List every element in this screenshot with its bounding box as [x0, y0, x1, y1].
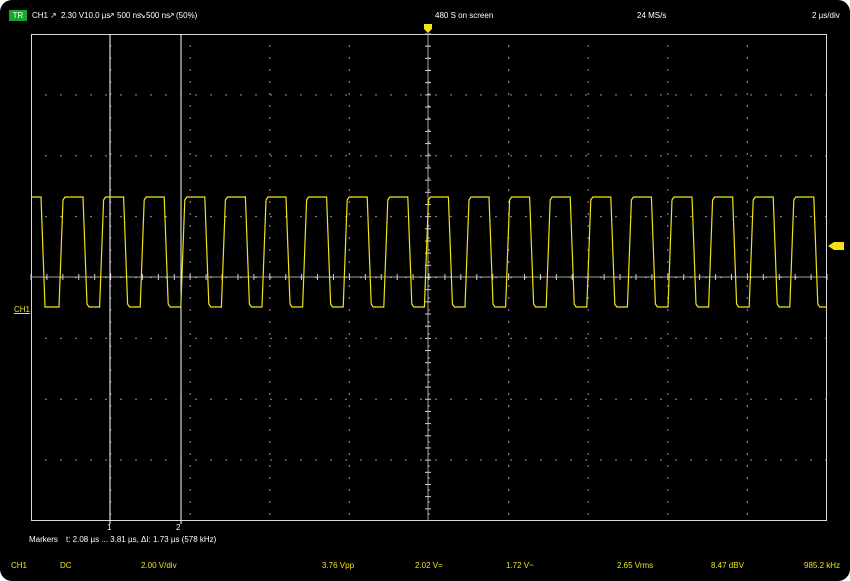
footer-volts-per-div[interactable]: 2.00 V/div: [141, 561, 177, 571]
footer-dbv: 8.47 dBV: [711, 561, 744, 570]
trigger-time-marker-icon: [424, 24, 432, 33]
marker-2-label[interactable]: 2: [176, 523, 180, 533]
marker-1-label[interactable]: 1: [107, 523, 111, 533]
ch1-zero-marker[interactable]: CH1: [14, 305, 30, 315]
markers-readout: t: 2.08 µs ... 3.81 µs, ΔI: 1.73 µs (578…: [66, 535, 217, 544]
footer-vrms: 2.65 Vrms: [617, 561, 654, 570]
waveform-plot[interactable]: [0, 0, 850, 581]
trigger-level-marker-icon: [828, 242, 844, 250]
footer-frequency: 985.2 kHz: [804, 561, 841, 570]
footer-channel[interactable]: CH1: [11, 561, 27, 571]
oscilloscope-screen: TR CH1 ↗ 2.30 V 10.0 µs ↗ 500 ns ↘ 500 n…: [0, 0, 850, 581]
footer-v-ac: 1.72 V~: [506, 561, 534, 570]
markers-label: Markers: [29, 535, 58, 544]
graticule-dots: [30, 33, 828, 515]
footer-v-mean: 2.02 V=: [415, 561, 443, 570]
footer-coupling[interactable]: DC: [60, 561, 72, 571]
footer-vpp: 3.76 Vpp: [322, 561, 355, 570]
